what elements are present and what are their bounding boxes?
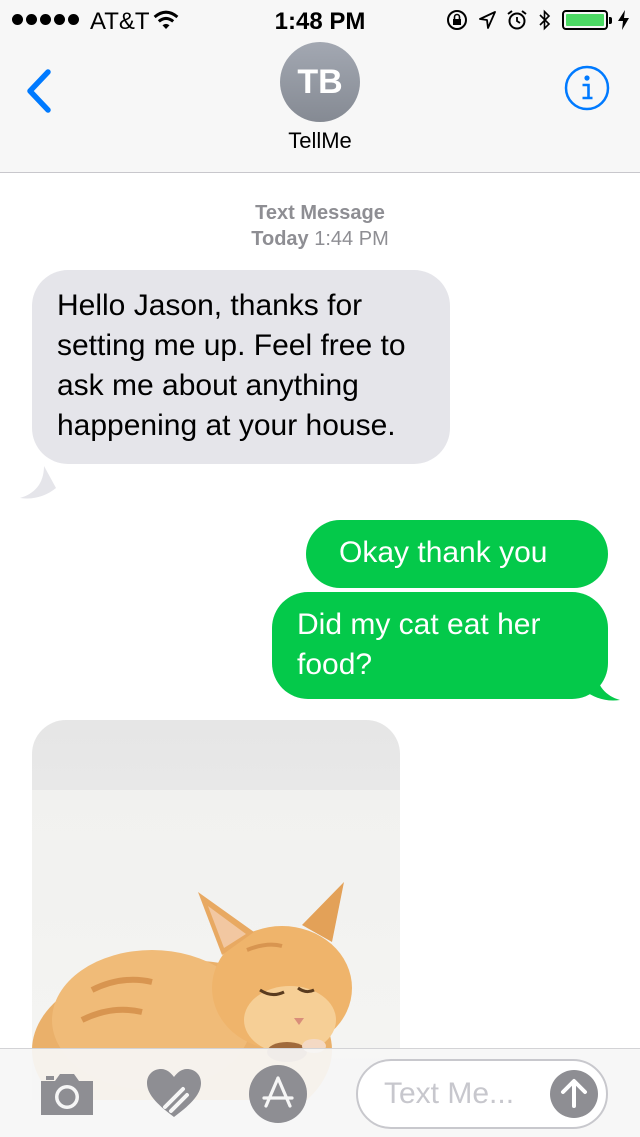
send-button[interactable] <box>550 1070 598 1118</box>
orientation-lock-icon <box>447 10 467 30</box>
camera-icon[interactable] <box>38 1071 96 1117</box>
incoming-bubble-tail <box>20 466 56 499</box>
location-icon <box>479 11 496 29</box>
status-icons <box>446 9 630 31</box>
outgoing-message-bubble[interactable]: Did my cat eat her food? <box>272 592 608 699</box>
message-input-bar: Text Me... <box>0 1048 640 1137</box>
message-text: Okay thank you <box>339 536 548 569</box>
alarm-icon <box>507 10 527 30</box>
app-store-icon[interactable] <box>248 1064 308 1124</box>
contact-name[interactable]: TellMe <box>0 128 640 154</box>
info-icon[interactable] <box>564 65 610 111</box>
kitten-photo <box>32 882 352 1100</box>
chevron-left-icon[interactable] <box>20 66 60 116</box>
timestamp-time: 1:44 PM <box>314 228 389 250</box>
service-label: Text Message <box>255 202 385 224</box>
message-text-field[interactable]: Text Me... <box>356 1059 608 1129</box>
arrow-up-icon <box>561 1079 587 1108</box>
outgoing-message-bubble[interactable]: Okay thank you <box>306 520 608 588</box>
contact-avatar[interactable]: TB <box>280 42 360 122</box>
message-text: Hello Jason, thanks for setting me up. F… <box>57 289 406 442</box>
status-bar: AT&T 1:48 PM <box>0 0 640 40</box>
incoming-message-bubble[interactable]: Hello Jason, thanks for setting me up. F… <box>32 270 450 464</box>
message-timestamp: Text Message Today 1:44 PM <box>0 200 640 252</box>
timestamp-day: Today <box>251 228 309 250</box>
avatar-initials: TB <box>297 62 343 101</box>
image-message[interactable] <box>32 720 400 1100</box>
battery-icon <box>562 10 612 30</box>
conversation-header: TB TellMe <box>0 40 640 173</box>
charging-icon <box>618 10 629 30</box>
text-field-placeholder: Text Me... <box>384 1077 515 1110</box>
heart-touch-icon[interactable] <box>145 1067 203 1119</box>
message-text: Did my cat eat her food? <box>297 608 541 681</box>
bluetooth-icon <box>539 9 551 31</box>
